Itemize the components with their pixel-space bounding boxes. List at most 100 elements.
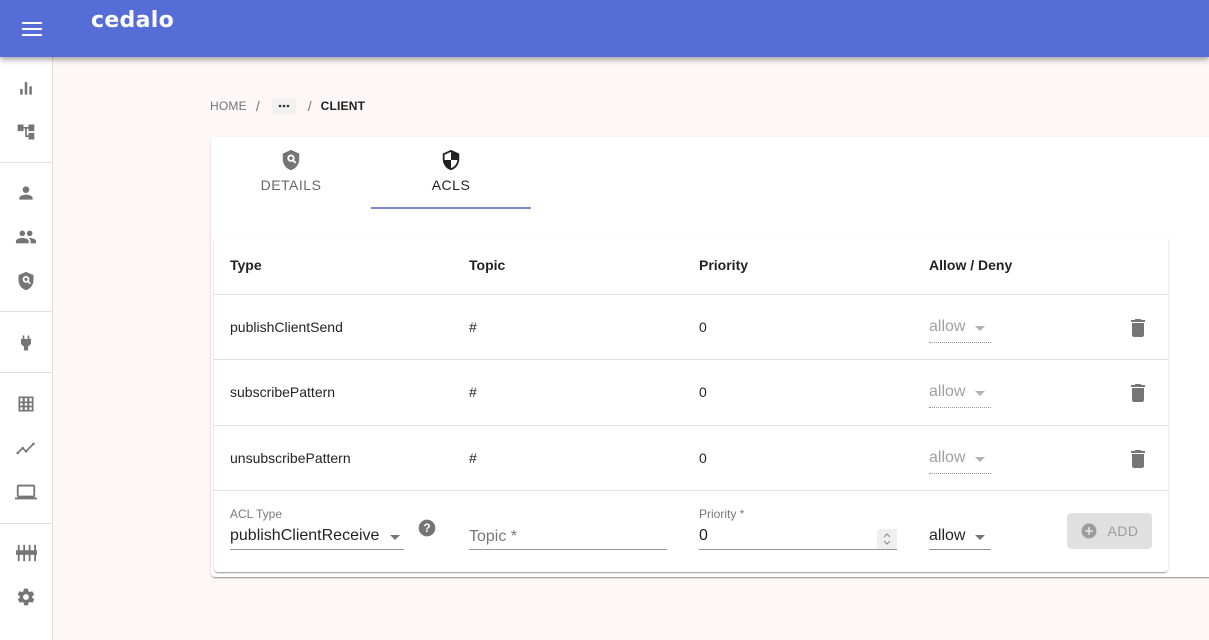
sidebar-item-topic-tree[interactable] [0,110,52,154]
acl-table: Type Topic Priority Allow / Deny publish… [214,237,1168,572]
tune-sliders-icon [16,544,37,562]
sidebar-item-plugins[interactable] [0,531,52,575]
trash-icon [1131,384,1145,402]
acl-type-value: publishClientReceive [230,527,380,544]
chevron-down-icon [975,326,985,331]
add-acl-button[interactable]: ADD [1067,513,1152,549]
allow-deny-select[interactable]: allow [929,380,991,408]
acl-topic: # [469,319,477,335]
client-detail-panel: DETAILS ACLS Type Topic Priority Allow /… [211,137,1209,577]
breadcrumb-home[interactable]: HOME [210,99,247,113]
tab-acls-label: ACLS [431,177,471,193]
add-circle-icon [1080,522,1098,540]
allow-deny-value: allow [929,449,966,466]
trash-icon [1131,450,1145,468]
breadcrumb-current: CLIENT [320,99,366,113]
tab-details-label: DETAILS [260,177,322,193]
sidebar-item-streams[interactable] [0,382,52,426]
topic-input[interactable]: Topic * [469,504,667,550]
table-row: unsubscribePattern # 0 allow [214,426,1168,491]
priority-underline [699,549,897,550]
help-icon[interactable]: ? [417,518,437,538]
priority-label: Priority * [699,507,745,521]
sidebar-item-clients[interactable] [0,171,52,215]
acl-priority: 0 [699,319,707,335]
power-plug-icon [21,335,31,351]
header-topic: Topic [469,257,506,273]
sidebar-item-settings[interactable] [0,575,52,619]
timeline-icon [16,442,35,455]
sidebar-nav [0,57,53,640]
acl-type-underline [230,549,404,550]
delete-acl-button[interactable] [1122,312,1154,344]
table-row: subscribePattern # 0 allow [214,360,1168,426]
sidebar-item-groups[interactable] [0,215,52,259]
acl-priority: 0 [699,450,707,466]
allow-deny-new-select[interactable]: allow [929,504,991,550]
sidebar-item-dashboard[interactable] [0,66,52,110]
breadcrumb-separator: / [255,98,260,114]
chevron-down-icon [975,457,985,462]
app-bar: cedalo [0,0,1209,57]
acl-priority: 0 [699,384,707,400]
grid-icon [18,396,34,412]
add-acl-row: ACL Type publishClientReceive ? Topic * … [214,490,1168,572]
acl-type-select[interactable]: ACL Type publishClientReceive [230,504,404,550]
allow-deny-new-value: allow [929,527,966,544]
table-header-row: Type Topic Priority Allow / Deny [214,237,1168,295]
svg-text:?: ? [423,522,430,535]
acl-topic: # [469,384,477,400]
policy-shield-icon [282,149,300,171]
sidebar-divider [0,372,52,373]
acl-topic: # [469,450,477,466]
topic-placeholder: Topic * [469,528,518,545]
chevron-down-icon [390,535,400,540]
sidebar-divider [0,523,52,524]
acl-type-label: ACL Type [230,507,283,521]
trash-icon [1131,319,1145,337]
allow-deny-value: allow [929,318,966,335]
breadcrumb-separator: / [307,98,312,114]
laptop-icon [15,484,37,500]
header-allow-deny: Allow / Deny [929,257,1013,273]
delete-acl-button[interactable] [1122,443,1154,475]
add-button-label: ADD [1107,523,1139,539]
menu-button[interactable] [12,9,52,49]
priority-value: 0 [699,527,708,544]
acl-type: publishClientSend [230,319,343,335]
acl-type: unsubscribePattern [230,450,351,466]
spinner-arrows-icon [883,533,891,545]
account-tree-icon [17,124,35,140]
gear-icon [17,588,35,606]
topic-underline [469,549,667,550]
allow-deny-select[interactable]: allow [929,315,991,343]
policy-shield-icon [18,271,34,291]
delete-acl-button[interactable] [1122,377,1154,409]
security-shield-icon [442,149,460,171]
sidebar-item-devices[interactable] [0,470,52,514]
sidebar-item-timeseries[interactable] [0,426,52,470]
priority-input[interactable]: Priority * 0 [699,504,897,550]
person-icon [19,186,33,200]
tab-details[interactable]: DETAILS [211,137,371,209]
breadcrumb: HOME / / CLIENT [210,96,365,116]
chevron-down-icon [975,535,985,540]
tab-acls[interactable]: ACLS [371,137,531,209]
priority-stepper[interactable] [877,529,897,549]
header-priority: Priority [699,257,749,273]
sidebar-item-roles[interactable] [0,259,52,303]
app-logo[interactable]: cedalo [91,8,174,33]
header-type: Type [230,257,262,273]
people-icon [15,230,37,244]
breadcrumb-more-button[interactable] [271,98,296,114]
bar-chart-icon [20,82,32,95]
allow-deny-value: allow [929,383,966,400]
table-row: publishClientSend # 0 allow [214,295,1168,360]
sidebar-divider [0,162,52,163]
hamburger-menu-icon [22,22,42,36]
sidebar-item-connections[interactable] [0,321,52,365]
allow-deny-select[interactable]: allow [929,446,991,474]
sidebar-divider [0,311,52,312]
more-horizontal-icon [278,104,290,108]
acl-type: subscribePattern [230,384,336,400]
